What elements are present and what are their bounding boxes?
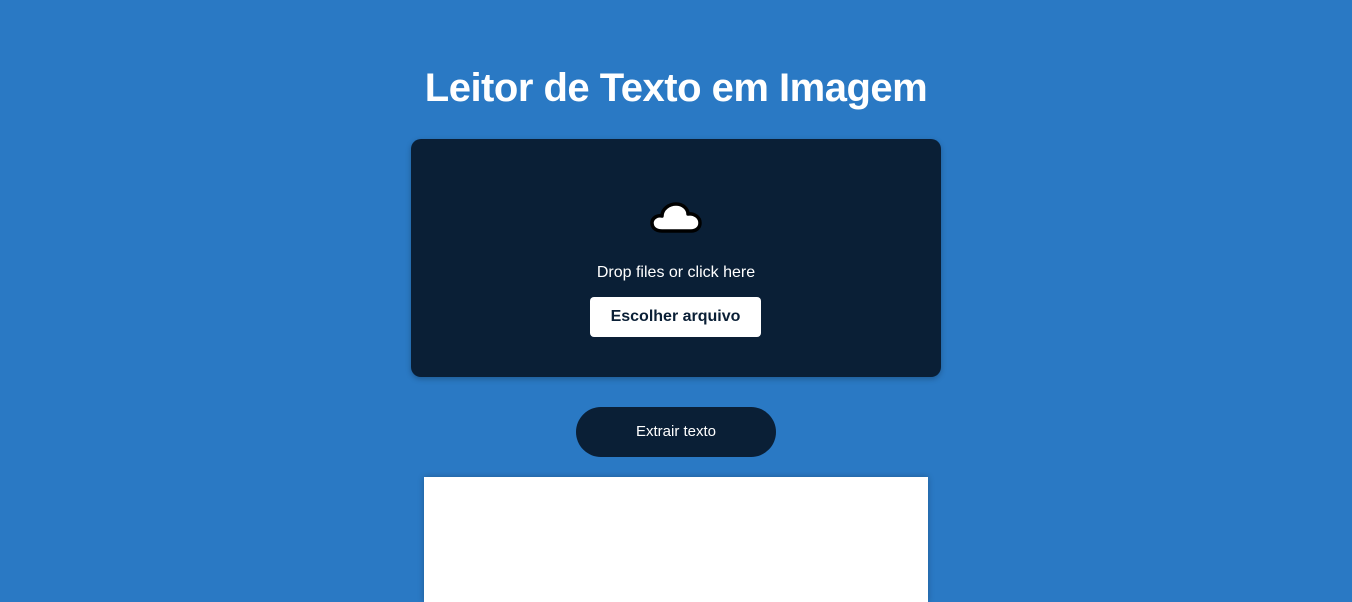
choose-file-button[interactable]: Escolher arquivo (590, 297, 761, 337)
cloud-icon (650, 202, 702, 233)
file-dropzone[interactable] (411, 139, 941, 377)
extract-text-button[interactable]: Extrair texto (576, 407, 776, 457)
page-title: Leitor de Texto em Imagem (424, 66, 928, 110)
dropzone-instruction: Drop files or click here (596, 264, 756, 281)
extracted-text-output[interactable] (424, 477, 928, 602)
